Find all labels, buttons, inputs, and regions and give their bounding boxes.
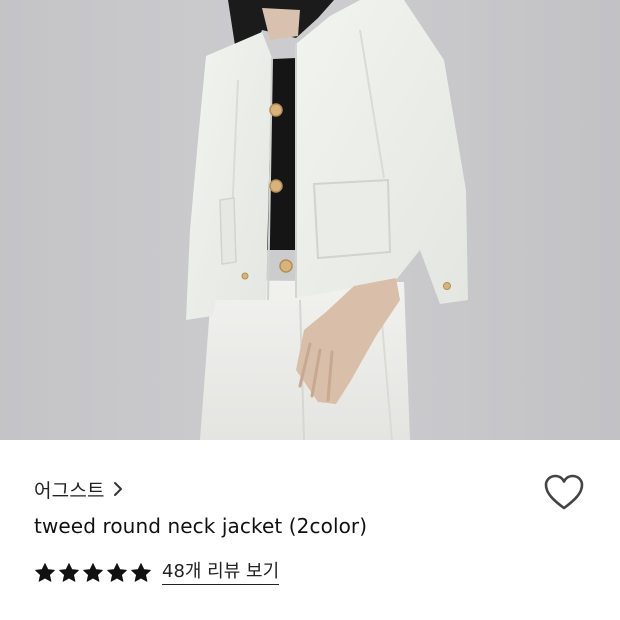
product-card: 어그스트 tweed round neck jacket (2color) 48…	[0, 0, 620, 620]
star-filled-icon	[34, 562, 56, 584]
chevron-right-icon	[113, 476, 123, 502]
heart-outline-icon	[543, 473, 585, 515]
product-info: 어그스트 tweed round neck jacket (2color) 48…	[0, 440, 620, 620]
brand-link[interactable]: 어그스트	[34, 476, 123, 502]
product-photo-illustration	[0, 0, 620, 440]
product-image[interactable]	[0, 0, 620, 440]
rating-row: 48개 리뷰 보기	[34, 560, 280, 586]
star-filled-icon	[130, 562, 152, 584]
wishlist-button[interactable]	[541, 472, 587, 516]
brand-name[interactable]: 어그스트	[34, 476, 105, 503]
star-filled-icon	[58, 562, 80, 584]
product-title: tweed round neck jacket (2color)	[34, 514, 368, 538]
reviews-link[interactable]: 48개 리뷰 보기	[162, 561, 280, 585]
star-filled-icon	[106, 562, 128, 584]
star-filled-icon	[82, 562, 104, 584]
star-rating	[34, 562, 152, 584]
